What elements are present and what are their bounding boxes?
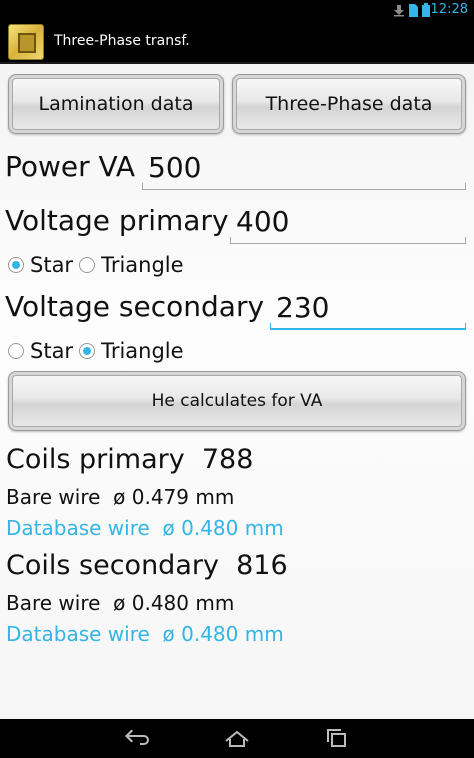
app-title: Three-Phase transf.: [54, 33, 190, 49]
calculate-button[interactable]: He calculates for VA: [8, 371, 466, 431]
database-wire-primary-row: Database wire ø 0.480 mm: [6, 516, 284, 540]
bare-wire-primary-value: ø 0.479 mm: [113, 485, 235, 509]
back-icon[interactable]: [120, 727, 150, 749]
secondary-star-radio[interactable]: [8, 343, 24, 359]
main-content: Lamination data Three-Phase data Power V…: [0, 64, 474, 719]
primary-triangle-radio[interactable]: [79, 257, 96, 273]
database-wire-secondary-row: Database wire ø 0.480 mm: [6, 622, 284, 646]
bare-wire-secondary-value: ø 0.480 mm: [113, 591, 235, 615]
power-va-input[interactable]: [144, 148, 466, 186]
coils-primary-value: 788: [201, 444, 254, 475]
lamination-data-button[interactable]: Lamination data: [8, 74, 224, 134]
bare-wire-secondary-label: Bare wire: [6, 591, 101, 615]
action-bar: Three-Phase transf.: [0, 20, 474, 64]
voltage-primary-underline: [230, 237, 466, 244]
status-time: 12:28: [430, 2, 468, 17]
primary-triangle-label[interactable]: Triangle: [101, 253, 183, 277]
coils-secondary-row: Coils secondary 816: [6, 550, 288, 581]
database-wire-primary-label: Database wire: [6, 516, 150, 540]
voltage-secondary-underline: [270, 323, 466, 330]
voltage-secondary-input[interactable]: [272, 288, 466, 326]
navigation-bar: [0, 719, 474, 758]
secondary-triangle-label[interactable]: Triangle: [101, 339, 183, 363]
coils-secondary-value: 816: [236, 550, 288, 581]
transformer-core-icon[interactable]: [8, 24, 44, 60]
database-wire-secondary-label: Database wire: [6, 622, 150, 646]
battery-icon: [422, 3, 430, 17]
database-wire-primary-value: ø 0.480 mm: [162, 516, 284, 540]
status-bar: 12:28: [0, 0, 474, 20]
voltage-secondary-label: Voltage secondary: [5, 290, 265, 323]
coils-primary-label: Coils primary: [6, 444, 185, 475]
secondary-star-label[interactable]: Star: [30, 339, 73, 363]
bare-wire-secondary-row: Bare wire ø 0.480 mm: [6, 591, 234, 615]
download-icon: [394, 4, 404, 16]
recents-icon[interactable]: [322, 727, 352, 749]
primary-star-label[interactable]: Star: [30, 253, 73, 277]
primary-connection-group: Star Triangle: [8, 253, 190, 277]
voltage-primary-label: Voltage primary: [5, 204, 229, 237]
three-phase-data-button[interactable]: Three-Phase data: [232, 74, 466, 134]
status-icons: [393, 3, 430, 17]
coils-secondary-label: Coils secondary: [6, 550, 219, 581]
power-va-underline: [142, 183, 466, 190]
primary-star-radio[interactable]: [8, 257, 24, 273]
bare-wire-primary-row: Bare wire ø 0.479 mm: [6, 485, 234, 509]
database-wire-secondary-value: ø 0.480 mm: [162, 622, 284, 646]
secondary-connection-group: Star Triangle: [8, 339, 190, 363]
secondary-triangle-radio[interactable]: [79, 343, 96, 359]
coils-primary-row: Coils primary 788: [6, 444, 253, 475]
home-icon[interactable]: [222, 727, 252, 749]
voltage-primary-input[interactable]: [232, 202, 466, 240]
power-va-label: Power VA: [5, 150, 136, 183]
bare-wire-primary-label: Bare wire: [6, 485, 101, 509]
sim-icon: [409, 3, 418, 17]
